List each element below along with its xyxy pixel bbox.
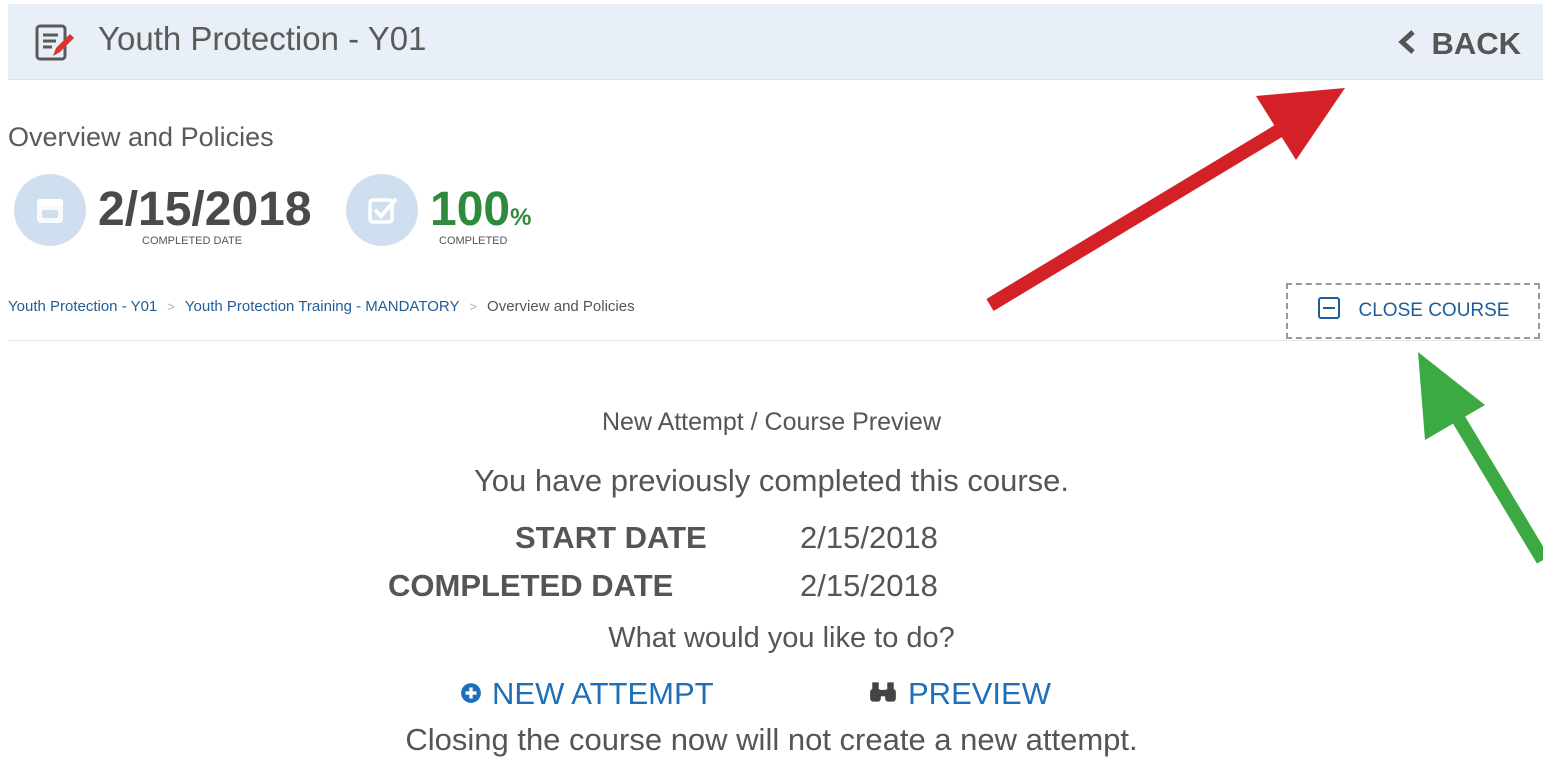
breadcrumb-current: Overview and Policies	[487, 298, 635, 315]
plus-circle-icon	[460, 676, 482, 712]
edit-document-icon	[34, 23, 74, 63]
question-text: What would you like to do?	[608, 622, 955, 654]
course-title: Youth Protection - Y01	[98, 20, 427, 57]
completed-date-value: 2/15/2018	[98, 183, 312, 236]
green-arrow	[1418, 352, 1543, 564]
close-course-button[interactable]: CLOSE COURSE	[1286, 283, 1540, 339]
new-attempt-label: NEW ATTEMPT	[492, 676, 714, 711]
calendar-icon-badge	[14, 174, 86, 246]
divider	[8, 340, 1543, 341]
back-label: BACK	[1431, 26, 1521, 61]
chevron-left-icon	[1397, 26, 1417, 62]
calendar-icon	[37, 199, 63, 223]
breadcrumb-separator: >	[469, 299, 478, 314]
completed-percent-value: 100	[430, 183, 511, 236]
completed-percent-unit: %	[510, 204, 532, 231]
close-course-label: CLOSE COURSE	[1358, 300, 1510, 321]
red-arrow	[986, 88, 1345, 311]
completion-message: You have previously completed this cours…	[473, 463, 1070, 498]
breadcrumb-item-course[interactable]: Youth Protection - Y01	[8, 298, 157, 315]
preview-link[interactable]: PREVIEW	[868, 676, 1051, 712]
section-title: Overview and Policies	[8, 122, 274, 152]
breadcrumb-item-training[interactable]: Youth Protection Training - MANDATORY	[185, 298, 460, 315]
checkbox-icon-badge	[346, 174, 418, 246]
start-date-label: START DATE	[515, 520, 707, 555]
completed-date-row-value: 2/15/2018	[800, 568, 938, 603]
back-button[interactable]: BACK	[1397, 26, 1521, 62]
completed-label: COMPLETED	[439, 235, 508, 247]
breadcrumb-separator: >	[167, 299, 175, 314]
minimize-square-icon	[1317, 296, 1341, 326]
completed-date-label: COMPLETED DATE	[142, 235, 243, 247]
attempt-heading: New Attempt / Course Preview	[601, 408, 941, 436]
closing-note: Closing the course now will not create a…	[405, 722, 1138, 757]
preview-label: PREVIEW	[908, 676, 1051, 711]
binoculars-icon	[868, 676, 898, 712]
completed-date-row-label: COMPLETED DATE	[388, 568, 674, 603]
completed-percent: 100%	[430, 186, 531, 234]
breadcrumb: Youth Protection - Y01 > Youth Protectio…	[8, 298, 635, 315]
checkbox-icon	[368, 197, 398, 224]
start-date-value: 2/15/2018	[800, 520, 938, 555]
new-attempt-link[interactable]: NEW ATTEMPT	[460, 676, 714, 712]
course-header: Youth Protection - Y01 BACK	[8, 4, 1543, 80]
